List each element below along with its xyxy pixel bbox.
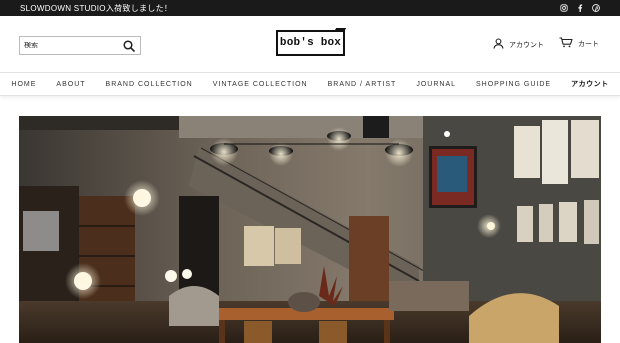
user-icon	[493, 38, 504, 51]
pinterest-icon[interactable]	[592, 4, 600, 12]
search-input[interactable]	[24, 42, 122, 49]
search-box	[19, 36, 141, 55]
announcement-text[interactable]: SLOWDOWN STUDIO入荷致しました！	[20, 3, 172, 14]
interior-showroom-photo	[19, 116, 601, 343]
facebook-icon[interactable]	[576, 4, 584, 12]
nav-item-brand-artist[interactable]: BRAND / ARTIST	[318, 81, 407, 88]
account-link[interactable]: アカウント	[493, 38, 544, 51]
nav-item-home[interactable]: HOME	[1, 81, 46, 88]
search-icon[interactable]	[122, 39, 136, 53]
cart-link[interactable]: カート	[559, 37, 599, 50]
logo-text: bob's box	[279, 37, 342, 49]
hero-image[interactable]	[19, 116, 601, 343]
site-logo[interactable]: bob's box	[276, 30, 345, 56]
nav-item-shopping-guide[interactable]: SHOPPING GUIDE	[466, 81, 561, 88]
account-label: アカウント	[509, 41, 544, 49]
nav-item-account[interactable]: アカウント	[561, 79, 619, 89]
main-navigation: HOME ABOUT BRAND COLLECTION VINTAGE COLL…	[0, 72, 620, 96]
nav-item-brand-collection[interactable]: BRAND COLLECTION	[96, 81, 203, 88]
social-links	[560, 4, 600, 12]
announcement-bar: SLOWDOWN STUDIO入荷致しました！	[0, 0, 620, 16]
nav-item-vintage-collection[interactable]: VINTAGE COLLECTION	[203, 81, 318, 88]
cart-label: カート	[578, 40, 599, 48]
cart-icon	[559, 37, 573, 50]
nav-item-journal[interactable]: JOURNAL	[406, 81, 466, 88]
nav-item-about[interactable]: ABOUT	[46, 81, 95, 88]
site-header: bob's box アカウント カート	[0, 16, 620, 72]
instagram-icon[interactable]	[560, 4, 568, 12]
